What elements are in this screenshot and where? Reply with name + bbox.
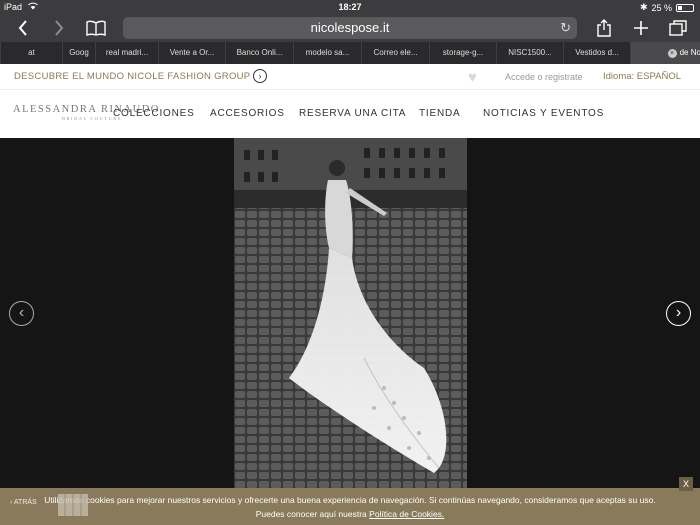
tab-4[interactable]: Banco Onli... [225,42,293,64]
tab-1[interactable]: Goog [62,42,95,64]
nav-colecciones[interactable]: COLECCIONES [113,108,195,119]
slider-prev-button[interactable]: ‹ [9,301,34,326]
back-icon[interactable] [11,17,35,39]
browser-toolbar: nicolespose.it ↻ [0,14,700,42]
slider-next-button[interactable]: › [666,301,691,326]
hero-slider: ‹ › [0,138,700,488]
hero-photo [234,138,467,488]
language-label: Idioma: [603,71,635,82]
tab-8[interactable]: NISC1500... [496,42,563,64]
language-selector[interactable]: Idioma: ESPAÑOL [603,71,681,82]
tabs-icon[interactable] [666,17,690,39]
back-link[interactable]: ‹ ATRÁS [10,499,37,506]
url-text: nicolespose.it [310,20,390,35]
cookie-text-prefix: Puedes conocer aquí nuestra [255,509,367,519]
battery-icon [676,3,694,12]
share-icon[interactable] [592,17,616,39]
language-value: ESPAÑOL [636,71,681,82]
tab-9[interactable]: Vestidos d... [563,42,630,64]
cookie-text: Utilizamos cookies para mejorar nuestros… [44,495,656,505]
screen: iPad 18:27 ✱ 25 % nicolespose.it ↻ at Go… [0,0,700,525]
tab-7[interactable]: storage-g... [429,42,496,64]
tab-active-label: de Novi... [679,48,700,57]
book-icon[interactable] [84,17,108,39]
back-label: ATRÁS [13,499,37,506]
tab-5[interactable]: modelo sa... [293,42,361,64]
heart-icon[interactable]: ♥ [468,69,477,86]
clock: 18:27 [338,2,362,12]
nav-tienda[interactable]: TIENDA [419,108,460,119]
back-thumbnail [58,494,88,516]
discover-link[interactable]: DESCUBRE EL MUNDO NICOLE FASHION GROUP [14,71,250,82]
tab-3[interactable]: Vente a Or... [158,42,225,64]
tab-6[interactable]: Correo ele... [361,42,429,64]
forward-icon[interactable] [47,17,71,39]
nav-accesorios[interactable]: ACCESORIOS [210,108,285,119]
plus-icon[interactable] [629,17,653,39]
address-bar[interactable]: nicolespose.it ↻ [123,17,577,39]
cookie-close-button[interactable]: X [679,477,693,491]
tab-bar: at Goog real madri... Vente a Or... Banc… [0,42,700,64]
main-nav: ALESSANDRA RINAUDO BRIDAL COUTURE COLECC… [0,90,700,138]
cookie-policy-link[interactable]: Política de Cookies. [369,509,444,519]
bluetooth-icon: ✱ [639,2,648,12]
nav-noticias[interactable]: NOTICIAS Y EVENTOS [483,108,604,119]
chevron-right-circle-icon[interactable]: › [253,69,267,83]
site-topbar: DESCUBRE EL MUNDO NICOLE FASHION GROUP ›… [0,64,700,90]
login-link[interactable]: Accede o registrate [505,72,583,82]
cookie-text-2: Puedes conocer aquí nuestra Política de … [0,509,700,519]
tab-0[interactable]: at [0,42,62,64]
close-tab-icon[interactable]: × [667,49,677,58]
tab-active[interactable]: ×de Novi... [630,42,700,64]
status-bar: iPad 18:27 ✱ 25 % [0,0,700,14]
nav-reserva-cita[interactable]: RESERVA UNA CITA [299,108,406,119]
reload-icon[interactable]: ↻ [560,17,571,39]
cookie-banner: X Utilizamos cookies para mejorar nuestr… [0,477,700,525]
tab-2[interactable]: real madri... [95,42,158,64]
battery-percent: 25 % [651,2,672,13]
